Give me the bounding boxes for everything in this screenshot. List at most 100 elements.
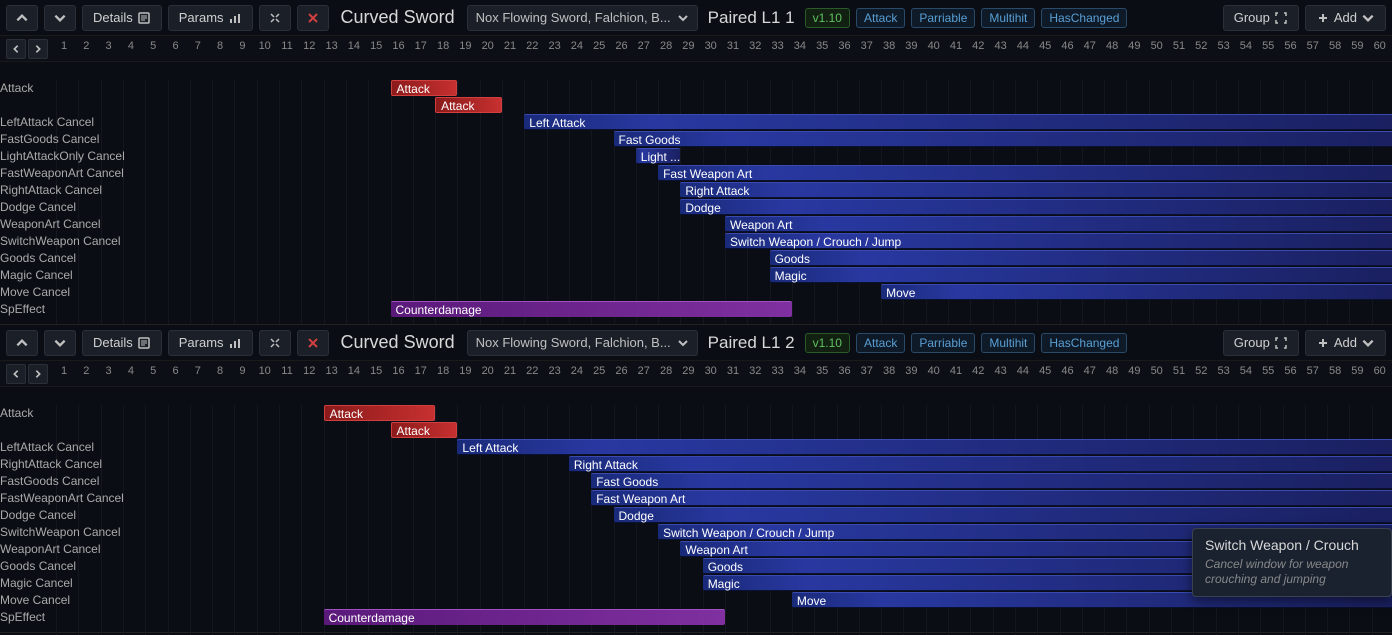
track-blue[interactable]: Fast Weapon Art (658, 165, 1392, 181)
compact-button[interactable] (259, 330, 291, 356)
ruler-next-button[interactable] (28, 39, 48, 59)
collapse-down-button[interactable] (44, 330, 76, 356)
ruler-tick: 37 (861, 365, 873, 377)
group-button[interactable]: Group (1223, 330, 1299, 356)
ruler-tick: 45 (1039, 365, 1051, 377)
weapon-dropdown[interactable]: Nox Flowing Sword, Falchion, B... (467, 330, 698, 356)
tag-multihit[interactable]: Multihit (981, 333, 1035, 353)
ruler-tick: 19 (459, 40, 471, 52)
tag-multihit[interactable]: Multihit (981, 8, 1035, 28)
ruler-prev-button[interactable] (6, 364, 26, 384)
close-button[interactable] (297, 330, 329, 356)
collapse-up-button[interactable] (6, 5, 38, 31)
tracks-area[interactable]: AttackAttackLeft AttackRight AttackFast … (0, 405, 1392, 635)
ruler-tick: 59 (1351, 40, 1363, 52)
tag-haschanged[interactable]: HasChanged (1041, 8, 1127, 28)
details-button[interactable]: Details (82, 5, 162, 31)
ruler-tick: 24 (571, 40, 583, 52)
collapse-up-button[interactable] (6, 330, 38, 356)
ruler-tick: 1 (61, 40, 67, 52)
track-blue[interactable]: Fast Goods (591, 473, 1392, 489)
tag-parriable[interactable]: Parriable (911, 8, 975, 28)
track-blue[interactable]: Weapon Art (725, 216, 1392, 232)
ruler-tick: 30 (705, 365, 717, 377)
ruler-tick: 53 (1217, 40, 1229, 52)
ruler-tick: 55 (1262, 40, 1274, 52)
track-blue[interactable]: Dodge (680, 199, 1392, 215)
tracks-area[interactable]: AttackAttack Left AttackFast GoodsLight .… (0, 80, 1392, 324)
ruler-tick: 22 (526, 40, 538, 52)
ruler-tick: 58 (1329, 365, 1341, 377)
ruler-tick: 56 (1284, 40, 1296, 52)
weapon-title: Curved Sword (335, 332, 461, 353)
group-button[interactable]: Group (1223, 5, 1299, 31)
ruler-prev-button[interactable] (6, 39, 26, 59)
track-purple[interactable]: Counterdamage (391, 301, 792, 317)
track-red[interactable]: Attack (435, 97, 502, 113)
params-button[interactable]: Params (168, 5, 253, 31)
compact-button[interactable] (259, 5, 291, 31)
tag-attack[interactable]: Attack (856, 8, 905, 28)
tag-haschanged[interactable]: HasChanged (1041, 333, 1127, 353)
ruler-tick: 6 (172, 365, 178, 377)
ruler-tick: 29 (682, 365, 694, 377)
ruler-tick: 20 (482, 40, 494, 52)
track-blue[interactable]: Fast Goods (614, 131, 1392, 147)
track-red[interactable]: Attack (391, 422, 458, 438)
params-button[interactable]: Params (168, 330, 253, 356)
track-blue[interactable]: Right Attack (680, 182, 1392, 198)
ruler-tick: 12 (303, 40, 315, 52)
weapon-title: Curved Sword (335, 7, 461, 28)
ruler-tick: 28 (660, 40, 672, 52)
ruler-tick: 18 (437, 40, 449, 52)
details-button[interactable]: Details (82, 330, 162, 356)
ruler-tick: 9 (239, 365, 245, 377)
tag-parriable[interactable]: Parriable (911, 333, 975, 353)
track-blue[interactable]: Fast Weapon Art (591, 490, 1392, 506)
ruler-tick: 35 (816, 40, 828, 52)
ruler[interactable]: 1234567891011121314151617181920212223242… (56, 36, 1392, 61)
tag-version[interactable]: v1.10 (805, 8, 850, 28)
close-button[interactable] (297, 5, 329, 31)
ruler-tick: 36 (838, 40, 850, 52)
ruler-tick: 2 (83, 40, 89, 52)
collapse-down-button[interactable] (44, 5, 76, 31)
tag-version[interactable]: v1.10 (805, 333, 850, 353)
ruler-tick: 46 (1061, 365, 1073, 377)
ruler-tick: 16 (392, 365, 404, 377)
ruler-tick: 39 (905, 40, 917, 52)
ruler-tick: 9 (239, 40, 245, 52)
track-blue[interactable]: Left Attack (457, 439, 1392, 455)
add-button[interactable]: Add (1305, 330, 1386, 356)
tooltip-body: Cancel window for weapon crouching and j… (1205, 557, 1379, 588)
ruler-tick: 55 (1262, 365, 1274, 377)
track-blue[interactable]: Light ... (636, 148, 681, 164)
tag-attack[interactable]: Attack (856, 333, 905, 353)
track-red[interactable]: Attack (324, 405, 436, 421)
timeline-body: AttackLeftAttack CancelFastGoods CancelL… (0, 80, 1392, 324)
track-purple[interactable]: Counterdamage (324, 609, 725, 625)
weapon-dropdown[interactable]: Nox Flowing Sword, Falchion, B... (467, 5, 698, 31)
track-blue[interactable]: Magic (770, 267, 1392, 283)
ruler-tick: 8 (217, 40, 223, 52)
ruler-tick: 5 (150, 40, 156, 52)
track-blue[interactable]: Move (881, 284, 1392, 300)
ruler-tick: 3 (106, 40, 112, 52)
ruler[interactable]: 1234567891011121314151617181920212223242… (56, 361, 1392, 386)
ruler-tick: 27 (638, 40, 650, 52)
ruler-next-button[interactable] (28, 364, 48, 384)
track-red[interactable]: Attack (391, 80, 458, 96)
ruler-tick: 15 (370, 40, 382, 52)
track-blue[interactable]: Switch Weapon / Crouch / Jump (725, 233, 1392, 249)
pair-label: Paired L1 2 (704, 333, 799, 353)
ruler-tick: 7 (195, 40, 201, 52)
track-blue[interactable]: Right Attack (569, 456, 1392, 472)
toolbar: Details Params Curved Sword Nox Flowing … (0, 325, 1392, 361)
ruler-tick: 4 (128, 40, 134, 52)
track-blue[interactable]: Dodge (614, 507, 1392, 523)
track-blue[interactable]: Goods (770, 250, 1392, 266)
add-button[interactable]: Add (1305, 5, 1386, 31)
track-blue[interactable]: Left Attack (524, 114, 1392, 130)
ruler-tick: 51 (1173, 365, 1185, 377)
ruler-tick: 34 (794, 40, 806, 52)
